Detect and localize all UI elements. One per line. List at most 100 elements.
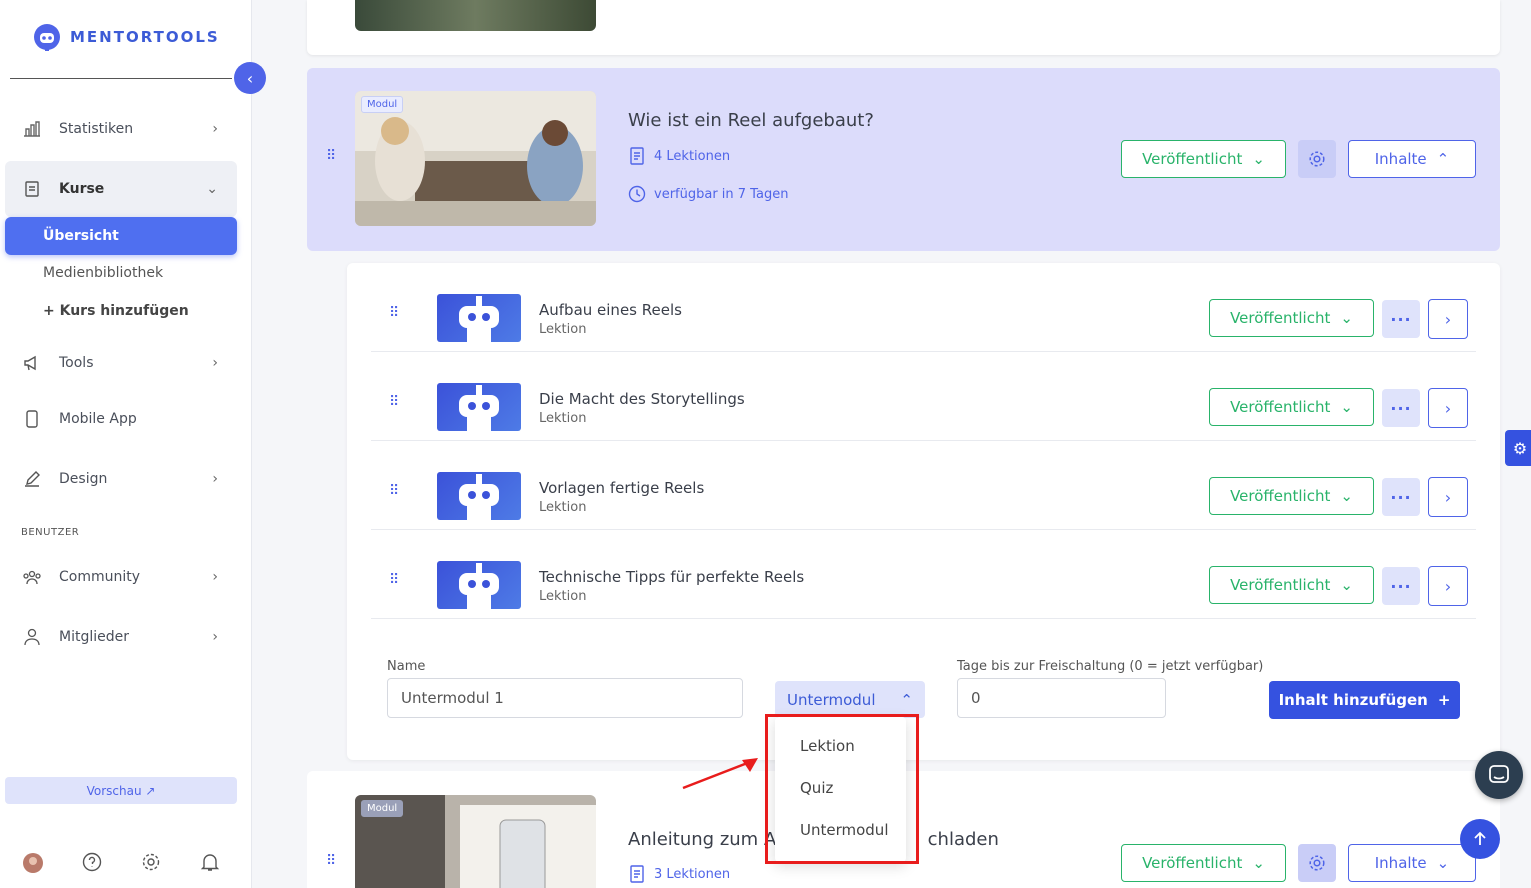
chevron-down-icon: ⌄	[1436, 854, 1450, 872]
module-badge: Modul	[361, 96, 404, 113]
module-thumbnail	[355, 0, 596, 31]
open-lesson-button[interactable]: ›	[1428, 388, 1468, 428]
module-settings-button[interactable]	[1298, 844, 1336, 882]
chat-icon	[1489, 765, 1509, 783]
document-icon	[630, 865, 644, 883]
sidebar-item-label: Tools	[59, 355, 94, 371]
add-content-label: Inhalt hinzufügen	[1278, 691, 1428, 709]
sidebar: MENTORTOOLS Statistiken › Kurse ⌄ Übersi…	[0, 0, 252, 888]
contents-toggle-button[interactable]: Inhalte ⌃	[1348, 140, 1476, 178]
module-title: Wie ist ein Reel aufgebaut?	[628, 110, 874, 131]
lessons-count-text: 3 Lektionen	[654, 866, 731, 882]
sidebar-item-tools[interactable]: Tools ›	[20, 345, 230, 381]
status-dropdown[interactable]: Veröffentlicht ⌄	[1121, 844, 1286, 882]
chevron-down-icon: ⌄	[1340, 487, 1353, 505]
contents-label: Inhalte	[1374, 150, 1427, 168]
preview-button[interactable]: Vorschau ↗	[5, 777, 237, 804]
sidebar-subitem-medienbibliothek[interactable]: Medienbibliothek	[43, 265, 163, 281]
status-dropdown[interactable]: Veröffentlicht ⌄	[1121, 140, 1286, 178]
module-settings-button[interactable]	[1298, 140, 1336, 178]
chevron-down-icon: ⌄	[1252, 854, 1265, 872]
ellipsis-icon: ···	[1390, 309, 1412, 329]
sidebar-item-mobile-app[interactable]: Mobile App	[20, 401, 230, 437]
sidebar-item-kurse[interactable]: Kurse ⌄	[20, 171, 230, 207]
chevron-down-icon: ⌄	[206, 181, 218, 197]
divider	[10, 78, 232, 79]
arrow-up-icon	[1474, 831, 1486, 845]
pencil-icon	[20, 471, 44, 487]
module-title-right: chladen	[927, 829, 999, 850]
open-lesson-button[interactable]: ›	[1428, 299, 1468, 339]
logo[interactable]: MENTORTOOLS	[32, 22, 220, 52]
days-label: Tage bis zur Freischaltung (0 = jetzt ve…	[957, 659, 1264, 674]
drag-handle-icon[interactable]: ⠿	[389, 484, 400, 498]
status-label: Veröffentlicht	[1230, 487, 1331, 505]
drag-handle-icon[interactable]: ⠿	[326, 149, 337, 163]
status-dropdown[interactable]: Veröffentlicht ⌄	[1209, 388, 1374, 426]
chat-button[interactable]	[1475, 751, 1523, 799]
module-lessons-count: 4 Lektionen	[628, 147, 730, 165]
help-icon[interactable]	[82, 852, 102, 876]
name-input[interactable]: Untermodul 1	[387, 678, 743, 718]
sidebar-subitem-add-course[interactable]: + Kurs hinzufügen	[43, 303, 189, 319]
chevron-down-icon: ⌄	[1340, 309, 1353, 327]
drag-handle-icon[interactable]: ⠿	[389, 306, 400, 320]
sidebar-item-label: Statistiken	[59, 121, 134, 137]
module-thumbnail: Modul	[355, 91, 596, 226]
lessons-count-text: 4 Lektionen	[654, 148, 731, 164]
contents-toggle-button[interactable]: Inhalte ⌄	[1348, 844, 1476, 882]
book-icon	[20, 181, 44, 197]
drag-handle-icon[interactable]: ⠿	[389, 573, 400, 587]
more-options-button[interactable]: ···	[1382, 478, 1420, 516]
availability-text: verfügbar in 7 Tagen	[654, 186, 789, 202]
gear-icon[interactable]	[141, 852, 161, 876]
highlight-box	[765, 714, 919, 864]
status-label: Veröffentlicht	[1230, 309, 1331, 327]
status-dropdown[interactable]: Veröffentlicht ⌄	[1209, 477, 1374, 515]
module-availability: verfügbar in 7 Tagen	[628, 185, 788, 203]
gear-icon	[1309, 151, 1325, 167]
list-item[interactable]: ⠿ Vorlagen fertige Reels Lektion Veröffe…	[371, 441, 1476, 530]
lesson-type: Lektion	[539, 322, 587, 337]
lesson-type: Lektion	[539, 500, 587, 515]
days-input[interactable]: 0	[957, 678, 1166, 718]
bell-icon[interactable]	[200, 852, 220, 876]
more-options-button[interactable]: ···	[1382, 567, 1420, 605]
content-type-value: Untermodul	[787, 690, 876, 709]
content-type-select[interactable]: Untermodul ⌃	[775, 681, 925, 718]
status-label: Veröffentlicht	[1142, 150, 1243, 168]
sidebar-item-community[interactable]: Community ›	[20, 559, 230, 595]
user-icon	[20, 628, 44, 646]
open-lesson-button[interactable]: ›	[1428, 477, 1468, 517]
status-label: Veröffentlicht	[1142, 854, 1243, 872]
list-item[interactable]: ⠿ Die Macht des Storytellings Lektion Ve…	[371, 352, 1476, 441]
module-thumbnail: Modul	[355, 795, 596, 888]
gear-icon	[1309, 855, 1325, 871]
drag-handle-icon[interactable]: ⠿	[389, 395, 400, 409]
sidebar-item-design[interactable]: Design ›	[20, 461, 230, 497]
open-lesson-button[interactable]: ›	[1428, 566, 1468, 606]
status-dropdown[interactable]: Veröffentlicht ⌄	[1209, 299, 1374, 337]
preview-label: Vorschau ↗	[86, 783, 156, 798]
drag-handle-icon[interactable]: ⠿	[326, 854, 337, 868]
add-content-button[interactable]: Inhalt hinzufügen +	[1269, 681, 1460, 719]
sidebar-item-statistiken[interactable]: Statistiken ›	[20, 111, 230, 147]
chevron-down-icon: ⌄	[1252, 150, 1265, 168]
list-item[interactable]: ⠿ Aufbau eines Reels Lektion Veröffentli…	[371, 263, 1476, 352]
list-item[interactable]: ⠿ Technische Tipps für perfekte Reels Le…	[371, 530, 1476, 619]
chevron-left-icon: ‹	[246, 68, 254, 88]
more-options-button[interactable]: ···	[1382, 389, 1420, 427]
settings-tab-button[interactable]: ⚙	[1505, 430, 1531, 466]
avatar[interactable]	[22, 852, 44, 878]
chevron-right-icon: ›	[212, 629, 218, 645]
sidebar-item-mitglieder[interactable]: Mitglieder ›	[20, 619, 230, 655]
collapse-sidebar-button[interactable]: ‹	[234, 62, 266, 94]
status-dropdown[interactable]: Veröffentlicht ⌄	[1209, 566, 1374, 604]
lesson-thumbnail	[437, 383, 521, 431]
chevron-right-icon: ›	[212, 569, 218, 585]
lesson-title: Die Macht des Storytellings	[539, 390, 745, 408]
more-options-button[interactable]: ···	[1382, 300, 1420, 338]
lessons-panel: ⠿ Aufbau eines Reels Lektion Veröffentli…	[347, 263, 1500, 760]
sidebar-subitem-uebersicht[interactable]: Übersicht	[5, 217, 237, 255]
scroll-to-top-button[interactable]	[1460, 819, 1500, 859]
